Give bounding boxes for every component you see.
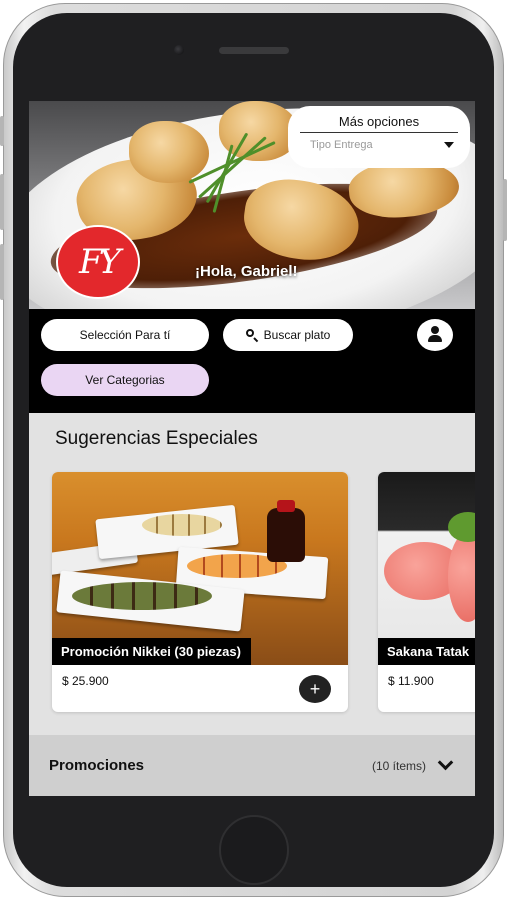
section-title-suggestions: Sugerencias Especiales bbox=[55, 428, 258, 449]
volume-down-button bbox=[0, 244, 4, 300]
search-dish-label: Buscar plato bbox=[263, 328, 331, 342]
promotions-title: Promociones bbox=[49, 757, 145, 774]
more-options-title: Más opciones bbox=[300, 114, 458, 133]
product-image bbox=[378, 472, 475, 665]
search-icon bbox=[245, 328, 259, 342]
product-card[interactable]: Promoción Nikkei (30 piezas) $ 25.900 + bbox=[52, 472, 348, 712]
selection-for-you-button[interactable]: Selección Para tí bbox=[41, 319, 209, 351]
action-bar: Selección Para tí Buscar plato Ver Categ… bbox=[29, 309, 475, 413]
product-name: Promoción Nikkei (30 piezas) bbox=[52, 638, 251, 665]
promotions-count: (10 ítems) bbox=[371, 758, 426, 773]
promotions-accordion[interactable]: Promociones (10 ítems) bbox=[29, 735, 475, 796]
view-categories-button[interactable]: Ver Categorias bbox=[41, 364, 209, 396]
dropdown-arrow-icon bbox=[444, 142, 454, 148]
app-screen: Más opciones Tipo Entrega FY ¡Hola, Gabr… bbox=[29, 101, 475, 796]
user-icon bbox=[431, 326, 439, 334]
delivery-type-select[interactable]: Tipo Entrega bbox=[300, 139, 458, 151]
mute-switch bbox=[0, 116, 4, 146]
brand-logo: FY bbox=[56, 225, 140, 299]
product-price: $ 11.900 bbox=[388, 674, 434, 688]
earpiece-speaker bbox=[219, 47, 289, 54]
more-options-card: Más opciones Tipo Entrega bbox=[288, 106, 470, 168]
home-button bbox=[219, 815, 289, 885]
product-image bbox=[52, 472, 348, 665]
search-dish-button[interactable]: Buscar plato bbox=[223, 319, 353, 351]
delivery-type-placeholder: Tipo Entrega bbox=[310, 139, 373, 151]
greeting-text: ¡Hola, Gabriel! bbox=[195, 263, 298, 280]
brand-logo-text: FY bbox=[78, 242, 121, 282]
volume-up-button bbox=[0, 174, 4, 230]
product-price: $ 25.900 bbox=[62, 674, 109, 688]
plus-icon: + bbox=[309, 679, 321, 699]
profile-button[interactable] bbox=[417, 319, 453, 351]
chevron-down-icon bbox=[437, 754, 454, 771]
power-button bbox=[503, 179, 507, 241]
product-name: Sakana Tatak bbox=[378, 638, 475, 665]
product-card[interactable]: Sakana Tatak $ 11.900 bbox=[378, 472, 475, 712]
dumpling bbox=[129, 121, 209, 183]
hero-banner: Más opciones Tipo Entrega FY ¡Hola, Gabr… bbox=[29, 101, 475, 309]
front-camera bbox=[174, 45, 184, 55]
add-to-cart-button[interactable]: + bbox=[299, 675, 331, 703]
